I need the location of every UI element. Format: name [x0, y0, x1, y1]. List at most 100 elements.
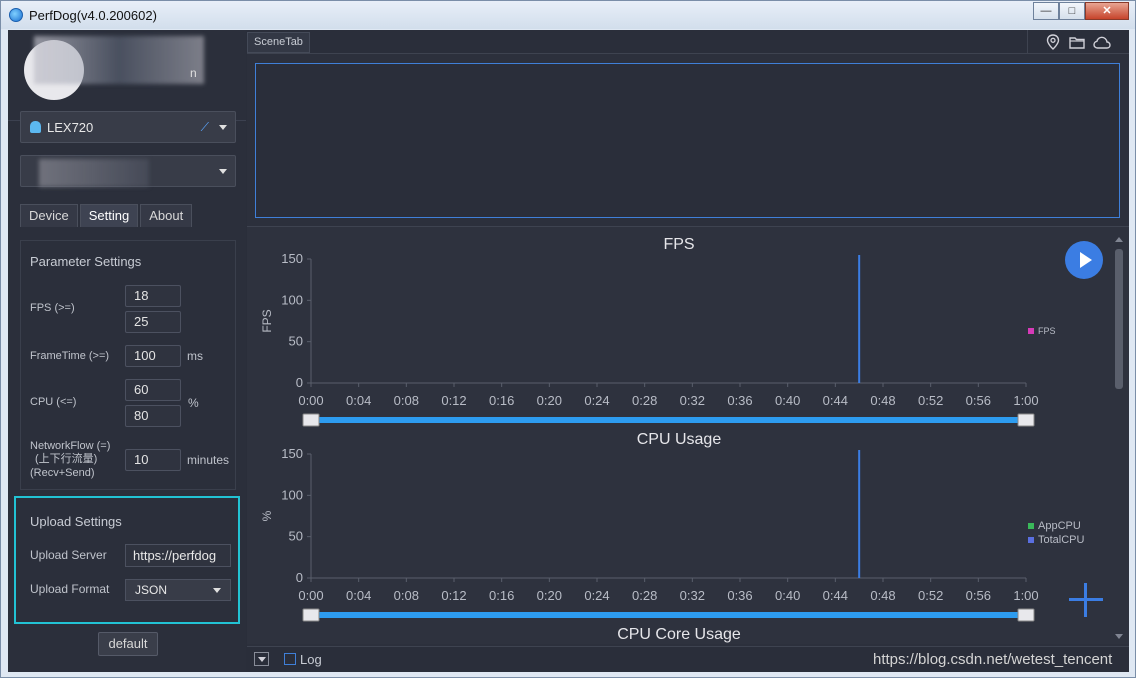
chevron-down-icon — [219, 169, 227, 174]
charts-area: FPS 0 50 100 150 FPS 0:00 0:04 0:08 0:12 0:16 0:20 0… — [247, 226, 1129, 644]
time-range-start-handle — [302, 608, 320, 622]
upload-format-value: JSON — [135, 583, 168, 597]
collapse-toggle-button[interactable] — [254, 652, 269, 666]
upload-format-label: Upload Format — [30, 582, 110, 596]
y-tick-label: 50 — [289, 334, 303, 349]
upload-format-select[interactable]: JSON — [125, 579, 231, 601]
x-tick-label: 0:16 — [489, 588, 514, 603]
cpu-high-input[interactable]: 80 — [125, 405, 181, 427]
frametime-input[interactable]: 100 — [125, 345, 181, 367]
legend-label: FPS — [1038, 326, 1056, 336]
tab-scene[interactable]: SceneTab — [247, 32, 310, 53]
x-tick-label: 0:36 — [727, 588, 752, 603]
tab-device[interactable]: Device — [20, 204, 78, 227]
x-tick-label: 0:32 — [680, 588, 705, 603]
app-dropdown[interactable] — [20, 155, 236, 187]
tab-about[interactable]: About — [140, 204, 193, 227]
y-tick-label: 150 — [281, 446, 303, 461]
x-tick-label: 0:20 — [537, 588, 562, 603]
top-toolbar — [1027, 30, 1129, 54]
fps-high-input[interactable]: 25 — [125, 311, 181, 333]
play-button[interactable] — [1065, 241, 1103, 279]
network-label: NetworkFlow (=) — [30, 440, 111, 452]
cloud-icon[interactable] — [1093, 36, 1111, 49]
bottom-bar: Log https://blog.csdn.net/wetest_tencent — [247, 646, 1129, 672]
log-checkbox[interactable] — [284, 653, 296, 665]
upload-server-input[interactable]: https://perfdog — [125, 544, 231, 567]
x-tick-label: 0:56 — [966, 393, 991, 408]
x-tick-label: 0:16 — [489, 393, 514, 408]
legend-swatch — [1028, 523, 1034, 529]
x-tick-label: 0:00 — [298, 393, 323, 408]
cpu-label: CPU (<=) — [30, 396, 77, 408]
default-button[interactable]: default — [98, 632, 158, 656]
frametime-unit: ms — [187, 349, 203, 363]
watermark-text: https://blog.csdn.net/wetest_tencent — [873, 651, 1113, 668]
y-tick-label: 0 — [296, 375, 303, 390]
x-tick-label: 0:24 — [584, 393, 609, 408]
x-tick-label: 0:20 — [537, 393, 562, 408]
x-tick-label: 0:08 — [394, 393, 419, 408]
fps-low-input[interactable]: 18 — [125, 285, 181, 307]
scroll-down-icon[interactable] — [1115, 634, 1123, 639]
perfdog-logo-icon — [9, 8, 23, 22]
vertical-scrollbar[interactable] — [1113, 235, 1125, 641]
time-range-end-handle — [1017, 608, 1035, 622]
y-tick-label: 50 — [289, 529, 303, 544]
parameter-settings-title: Parameter Settings — [30, 254, 142, 269]
link-icon[interactable]: ⟋ — [201, 120, 209, 135]
profile-blurred-info — [34, 36, 204, 84]
upload-server-label: Upload Server — [30, 548, 107, 562]
x-tick-label: 0:00 — [298, 588, 323, 603]
cpu-unit: % — [188, 396, 199, 410]
x-tick-label: 0:44 — [823, 588, 848, 603]
x-tick-label: 0:48 — [870, 393, 895, 408]
charts-svg: FPS 0 50 100 150 FPS 0:00 0:04 0:08 0:12 0:16 0:20 0… — [260, 236, 1085, 644]
minimize-button[interactable]: — — [1033, 2, 1059, 20]
scene-canvas[interactable] — [255, 63, 1120, 218]
chart-title: CPU Core Usage — [617, 626, 741, 643]
y-tick-label: 100 — [281, 292, 303, 307]
device-dropdown[interactable]: LEX720 ⟋ — [20, 111, 236, 143]
tab-setting[interactable]: Setting — [79, 204, 139, 227]
maximize-button[interactable]: □ — [1059, 2, 1085, 20]
time-range-slider-track — [311, 417, 1026, 423]
frametime-label: FrameTime (>=) — [30, 350, 110, 362]
x-tick-label: 0:08 — [394, 588, 419, 603]
left-tabs: Device Setting About — [20, 204, 194, 227]
scroll-up-icon[interactable] — [1115, 237, 1123, 242]
close-button[interactable]: ✕ — [1085, 2, 1129, 20]
chart-title: CPU Usage — [637, 431, 722, 448]
legend-label: TotalCPU — [1038, 534, 1085, 546]
x-tick-label: 0:04 — [346, 393, 371, 408]
scroll-thumb[interactable] — [1115, 249, 1123, 389]
app-window: PerfDog(v4.0.200602) — □ ✕ n LEX720 ⟋ De… — [0, 0, 1136, 678]
time-range-end-handle — [1017, 413, 1035, 427]
x-tick-label: 0:56 — [966, 588, 991, 603]
window-title: PerfDog(v4.0.200602) — [29, 8, 157, 23]
scene-tab-bar: SceneTab — [247, 30, 1129, 54]
network-label-sub: (Recv+Send) — [30, 467, 95, 479]
profile-name: n — [190, 66, 197, 80]
add-chart-button[interactable] — [1069, 583, 1103, 617]
legend-swatch — [1028, 537, 1034, 543]
title-bar: PerfDog(v4.0.200602) — □ ✕ — [1, 1, 1135, 29]
x-tick-label: 0:12 — [441, 588, 466, 603]
network-unit: minutes — [187, 453, 230, 467]
network-input[interactable]: 10 — [125, 449, 181, 471]
x-tick-label: 1:00 — [1013, 588, 1038, 603]
cpu-low-input[interactable]: 60 — [125, 379, 181, 401]
log-label: Log — [300, 652, 322, 667]
legend-swatch — [1028, 328, 1034, 334]
x-tick-label: 0:40 — [775, 588, 800, 603]
y-tick-label: 100 — [281, 487, 303, 502]
location-pin-icon[interactable] — [1046, 34, 1060, 50]
x-tick-label: 1:00 — [1013, 393, 1038, 408]
folder-icon[interactable] — [1069, 36, 1085, 49]
x-tick-label: 0:12 — [441, 393, 466, 408]
x-tick-label: 0:44 — [823, 393, 848, 408]
time-range-slider-track — [311, 612, 1026, 618]
app-blurred-name — [39, 159, 149, 187]
chart-title: FPS — [663, 236, 694, 253]
x-tick-label: 0:52 — [918, 393, 943, 408]
